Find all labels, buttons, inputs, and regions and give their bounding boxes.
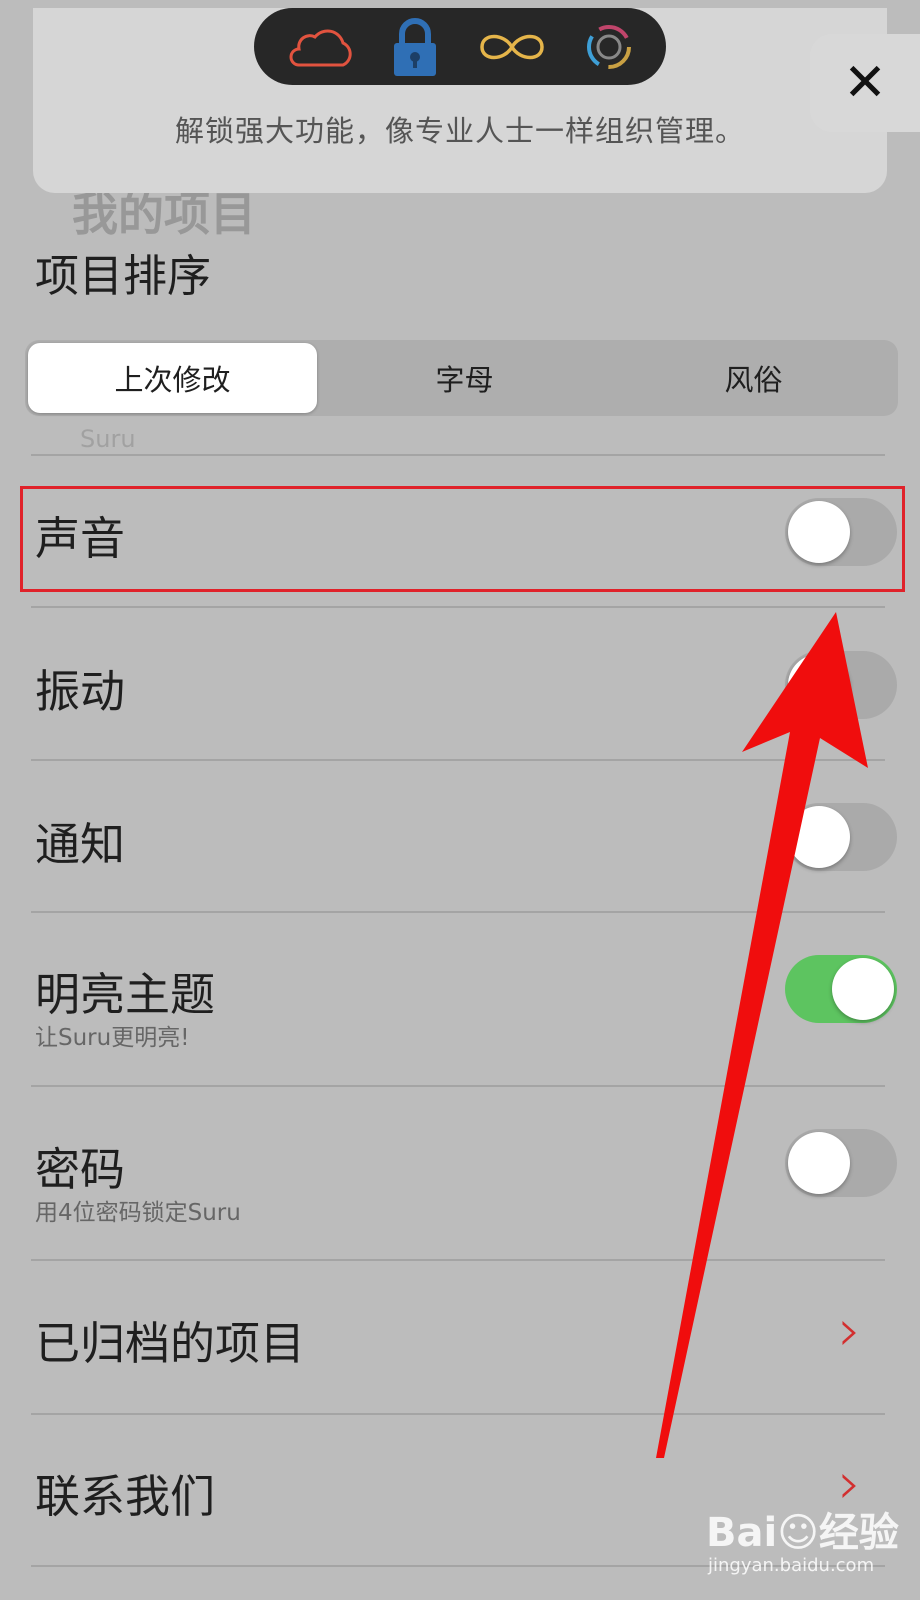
sort-section-title: 项目排序 [35, 251, 211, 302]
toggle-knob [788, 806, 850, 868]
setting-label-notification: 通知 [35, 818, 126, 871]
divider [31, 1085, 885, 1087]
divider [31, 759, 885, 761]
sort-option-last-modified[interactable]: 上次修改 [28, 343, 317, 413]
sort-option-alphabetical[interactable]: 字母 [320, 340, 609, 416]
watermark-logo: Bai☺经验 [706, 1510, 899, 1556]
setting-label-archived: 已归档的项目 [35, 1317, 306, 1370]
watermark-url: jingyan.baidu.com [708, 1555, 875, 1576]
cloud-icon [289, 29, 352, 66]
setting-sub-light-theme: 让Suru更明亮! [35, 1025, 190, 1051]
sort-segmented-control: 上次修改 字母 风俗 [25, 340, 898, 416]
divider [31, 911, 885, 913]
vibration-toggle[interactable] [785, 651, 897, 719]
ring-icon [587, 24, 632, 69]
premium-banner-text: 解锁强大功能，像专业人士一样组织管理。 [174, 114, 745, 148]
passcode-toggle[interactable] [785, 1129, 897, 1197]
infinity-icon [479, 34, 544, 59]
lock-icon [394, 17, 437, 76]
annotation-highlight-box [20, 486, 905, 592]
light-theme-toggle[interactable] [785, 955, 897, 1023]
close-button[interactable]: ✕ [810, 34, 920, 132]
background-hint: Suru [80, 425, 136, 453]
notification-toggle[interactable] [785, 803, 897, 871]
close-icon: ✕ [843, 53, 887, 113]
divider [31, 1259, 885, 1261]
toggle-knob [788, 654, 850, 716]
divider [31, 1413, 885, 1415]
setting-label-passcode: 密码 [35, 1143, 126, 1196]
divider [31, 606, 885, 608]
toggle-knob [788, 501, 850, 563]
setting-sub-passcode: 用4位密码锁定Suru [35, 1200, 241, 1226]
divider [31, 454, 885, 456]
chevron-right-icon: › [838, 1296, 862, 1364]
premium-icons [254, 8, 666, 85]
sort-option-custom[interactable]: 风俗 [609, 340, 898, 416]
toggle-knob [788, 1132, 850, 1194]
setting-label-light-theme: 明亮主题 [35, 968, 216, 1021]
setting-label-sound: 声音 [35, 512, 126, 565]
sound-toggle[interactable] [785, 498, 897, 566]
setting-label-vibration: 振动 [35, 665, 126, 718]
setting-label-contact: 联系我们 [35, 1470, 216, 1523]
toggle-knob [832, 958, 894, 1020]
